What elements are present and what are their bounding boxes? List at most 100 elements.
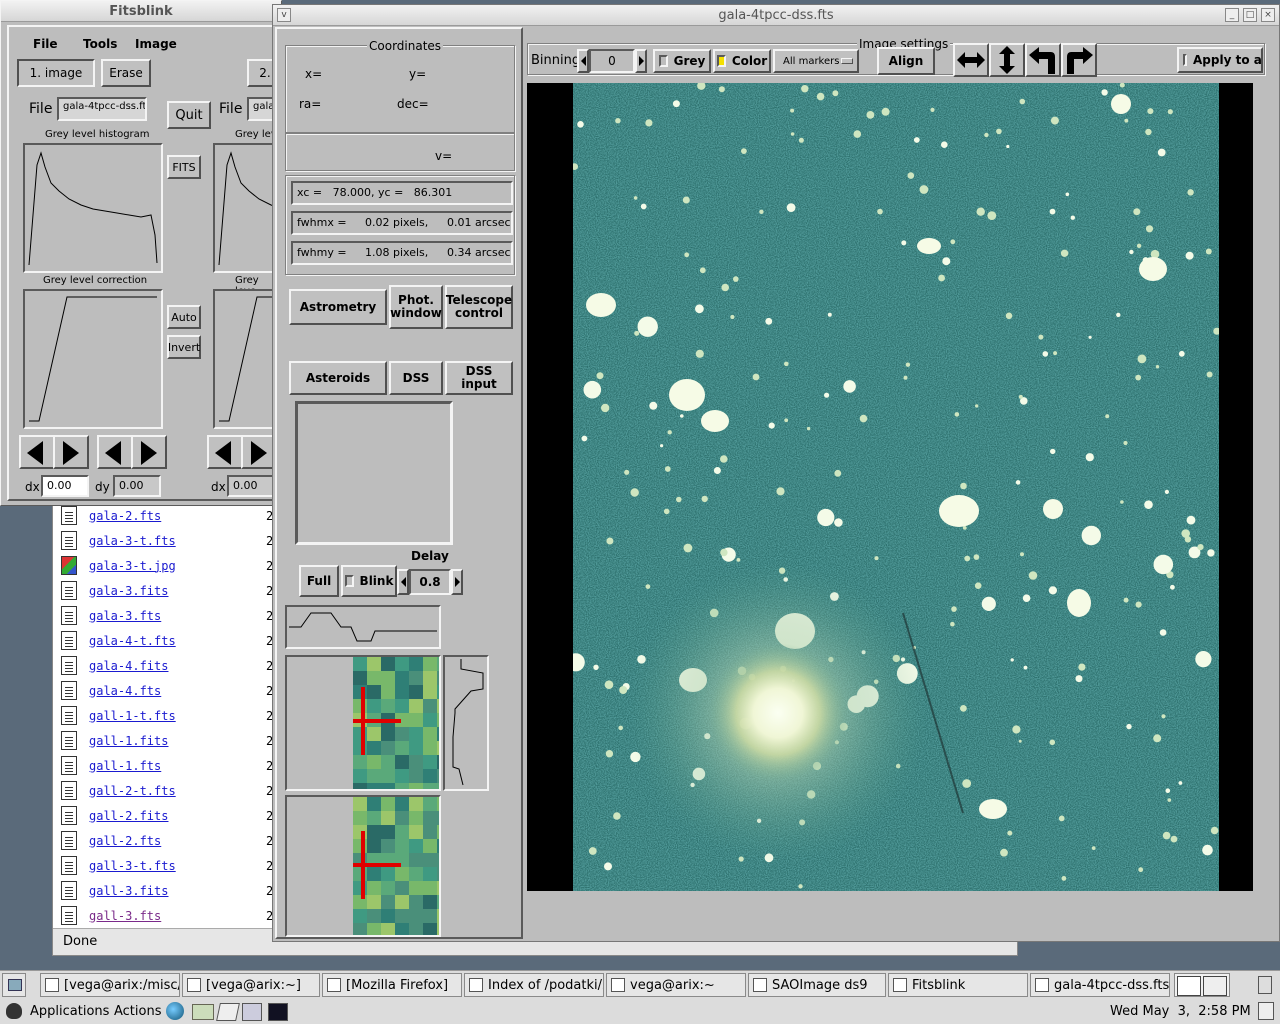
gnome-foot-icon[interactable] xyxy=(6,1003,22,1019)
list-item[interactable]: gala-3.fts20 xyxy=(61,603,280,628)
file-link[interactable]: gall-3.fts xyxy=(89,909,161,923)
file-link[interactable]: gall-1-t.fts xyxy=(89,709,176,723)
file-link[interactable]: gala-4.fits xyxy=(89,659,168,673)
list-item[interactable]: gall-1.fits21 xyxy=(61,728,280,753)
window-menu-icon[interactable]: v xyxy=(277,8,291,22)
binning-decrement[interactable] xyxy=(577,49,589,73)
show-desktop-button[interactable] xyxy=(2,973,26,997)
file1-input[interactable]: gala-4tpcc-dss.fts xyxy=(57,97,147,121)
file-link[interactable]: gall-2-t.fts xyxy=(89,784,176,798)
workspace-switcher[interactable] xyxy=(1174,973,1230,997)
trash-icon[interactable] xyxy=(1258,976,1272,994)
rotate-right-button[interactable] xyxy=(1061,43,1097,77)
dss-button[interactable]: DSS xyxy=(389,361,443,395)
delay-value[interactable]: 0.8 xyxy=(409,569,451,595)
phot-window-button[interactable]: Phot. window xyxy=(389,285,443,329)
file-link[interactable]: gala-3-t.jpg xyxy=(89,559,176,573)
prev-button-1[interactable] xyxy=(19,435,55,469)
rotate-left-button[interactable] xyxy=(1025,43,1061,77)
taskbar-item[interactable]: gala-4tpcc-dss.fts xyxy=(1030,973,1170,997)
editor-launcher-icon[interactable] xyxy=(216,1003,240,1021)
list-item[interactable]: gall-2.fts20 xyxy=(61,828,280,853)
terminal-launcher-icon[interactable] xyxy=(268,1003,288,1021)
align-button[interactable]: Align xyxy=(877,47,935,75)
astrometry-button[interactable]: Astrometry xyxy=(289,289,387,325)
flip-vertical-button[interactable] xyxy=(989,43,1025,77)
list-item[interactable]: gall-3-t.fts20 xyxy=(61,853,280,878)
asteroids-button[interactable]: Asteroids xyxy=(289,361,387,395)
close-icon[interactable]: × xyxy=(1261,8,1275,22)
file-link[interactable]: gala-4.fts xyxy=(89,684,161,698)
list-item[interactable]: gall-2.fits21 xyxy=(61,803,280,828)
file-link[interactable]: gala-2.fts xyxy=(89,509,161,523)
file-link[interactable]: gala-3.fts xyxy=(89,609,161,623)
taskbar-item[interactable]: SAOImage ds9 xyxy=(748,973,886,997)
grey-button[interactable]: Grey xyxy=(653,49,711,73)
dss-input-button[interactable]: DSS input xyxy=(445,361,513,395)
dx-input[interactable]: 0.00 xyxy=(41,475,89,497)
full-button[interactable]: Full xyxy=(299,565,339,597)
markers-select[interactable]: All markers xyxy=(773,49,859,73)
invert-button[interactable]: Invert xyxy=(167,335,201,359)
file-link[interactable]: gala-3.fits xyxy=(89,584,168,598)
maximize-icon[interactable]: □ xyxy=(1243,8,1257,22)
list-item[interactable]: gall-1.fts20 xyxy=(61,753,280,778)
prev-button-3[interactable] xyxy=(207,435,243,469)
color-button[interactable]: Color xyxy=(713,49,771,73)
file-link[interactable]: gall-2.fits xyxy=(89,809,168,823)
image1-button[interactable]: 1. image xyxy=(17,59,95,87)
telescope-control-button[interactable]: Telescope control xyxy=(445,285,513,329)
clock[interactable]: Wed May 3, 2:58 PM xyxy=(1110,1004,1251,1019)
file-link[interactable]: gala-4-t.fts xyxy=(89,634,176,648)
list-item[interactable]: gala-4-t.fts20 xyxy=(61,628,280,653)
next-button-2[interactable] xyxy=(131,435,167,469)
taskbar-item[interactable]: [vega@arix:/misc/a xyxy=(40,973,180,997)
list-item[interactable]: gall-1-t.fts20 xyxy=(61,703,280,728)
gala-titlebar[interactable]: gala-4tpcc-dss.fts v _ □ × xyxy=(273,5,1279,26)
auto-button[interactable]: Auto xyxy=(167,305,201,329)
image-viewport[interactable] xyxy=(527,83,1253,891)
erase-button[interactable]: Erase xyxy=(101,59,151,87)
list-item[interactable]: gala-3.fits21 xyxy=(61,578,280,603)
taskbar-item[interactable]: [vega@arix:~] xyxy=(182,973,320,997)
file-link[interactable]: gall-2.fts xyxy=(89,834,161,848)
menu-image[interactable]: Image xyxy=(135,37,177,51)
file-link[interactable]: gall-3-t.fts xyxy=(89,859,176,873)
blink-button[interactable]: Blink xyxy=(341,565,397,597)
menu-file[interactable]: File xyxy=(33,37,58,51)
delay-decrement[interactable] xyxy=(397,569,409,595)
list-item[interactable]: gall-3.fits21 xyxy=(61,878,280,903)
list-item[interactable]: gala-4.fits21 xyxy=(61,653,280,678)
list-item[interactable]: gala-3-t.jpg20 xyxy=(61,553,280,578)
menu-tools[interactable]: Tools xyxy=(83,37,117,51)
binning-value[interactable]: 0 xyxy=(589,49,635,73)
actions-menu[interactable]: Actions xyxy=(114,1004,162,1019)
file-link[interactable]: gall-3.fits xyxy=(89,884,168,898)
list-item[interactable]: gall-3.fts20 xyxy=(61,903,280,928)
workspace-2[interactable] xyxy=(1203,976,1227,996)
dy-input[interactable]: 0.00 xyxy=(113,475,161,497)
browser-launcher-icon[interactable] xyxy=(166,1002,184,1020)
list-item[interactable]: gala-4.fts20 xyxy=(61,678,280,703)
next-button-1[interactable] xyxy=(53,435,89,469)
files-launcher-icon[interactable] xyxy=(242,1003,262,1021)
list-item[interactable]: gala-3-t.fts20 xyxy=(61,528,280,553)
taskbar-item[interactable]: Index of /podatki/20 xyxy=(464,973,604,997)
taskbar-item[interactable]: vega@arix:~ xyxy=(606,973,746,997)
file-link[interactable]: gall-1.fits xyxy=(89,734,168,748)
list-item[interactable]: gall-2-t.fts20 xyxy=(61,778,280,803)
taskbar-item[interactable]: Fitsblink xyxy=(888,973,1028,997)
fitsblink-titlebar[interactable]: Fitsblink xyxy=(1,1,281,22)
file-link[interactable]: gall-1.fts xyxy=(89,759,161,773)
taskbar-item[interactable]: [Mozilla Firefox] xyxy=(322,973,462,997)
binning-increment[interactable] xyxy=(635,49,647,73)
astronomical-image[interactable] xyxy=(573,83,1219,891)
prev-button-2[interactable] xyxy=(97,435,133,469)
list-item[interactable]: gala-2.fts21 xyxy=(61,503,280,528)
workspace-1[interactable] xyxy=(1177,976,1201,996)
quit-button[interactable]: Quit xyxy=(167,101,211,129)
tray-icon[interactable] xyxy=(1258,1002,1274,1020)
applications-menu[interactable]: Applications xyxy=(30,1004,109,1019)
mail-launcher-icon[interactable] xyxy=(192,1004,214,1020)
file-link[interactable]: gala-3-t.fts xyxy=(89,534,176,548)
